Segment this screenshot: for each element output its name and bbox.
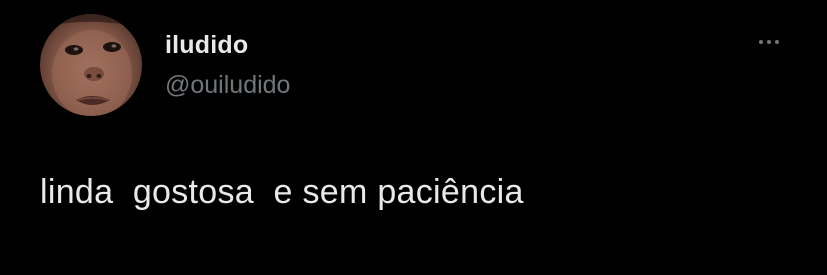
more-options-icon[interactable] (748, 32, 790, 52)
dot (775, 40, 779, 44)
tweet-text: linda gostosa e sem paciência (40, 173, 524, 211)
profile-photo-icon (40, 14, 142, 116)
author-handle[interactable]: @ouiludido (165, 70, 290, 100)
avatar[interactable] (40, 14, 142, 116)
dot (767, 40, 771, 44)
dot (759, 40, 763, 44)
author-display-name[interactable]: iludido (165, 30, 248, 60)
tweet-card: iludido @ouiludido linda gostosa e sem p… (0, 0, 827, 275)
